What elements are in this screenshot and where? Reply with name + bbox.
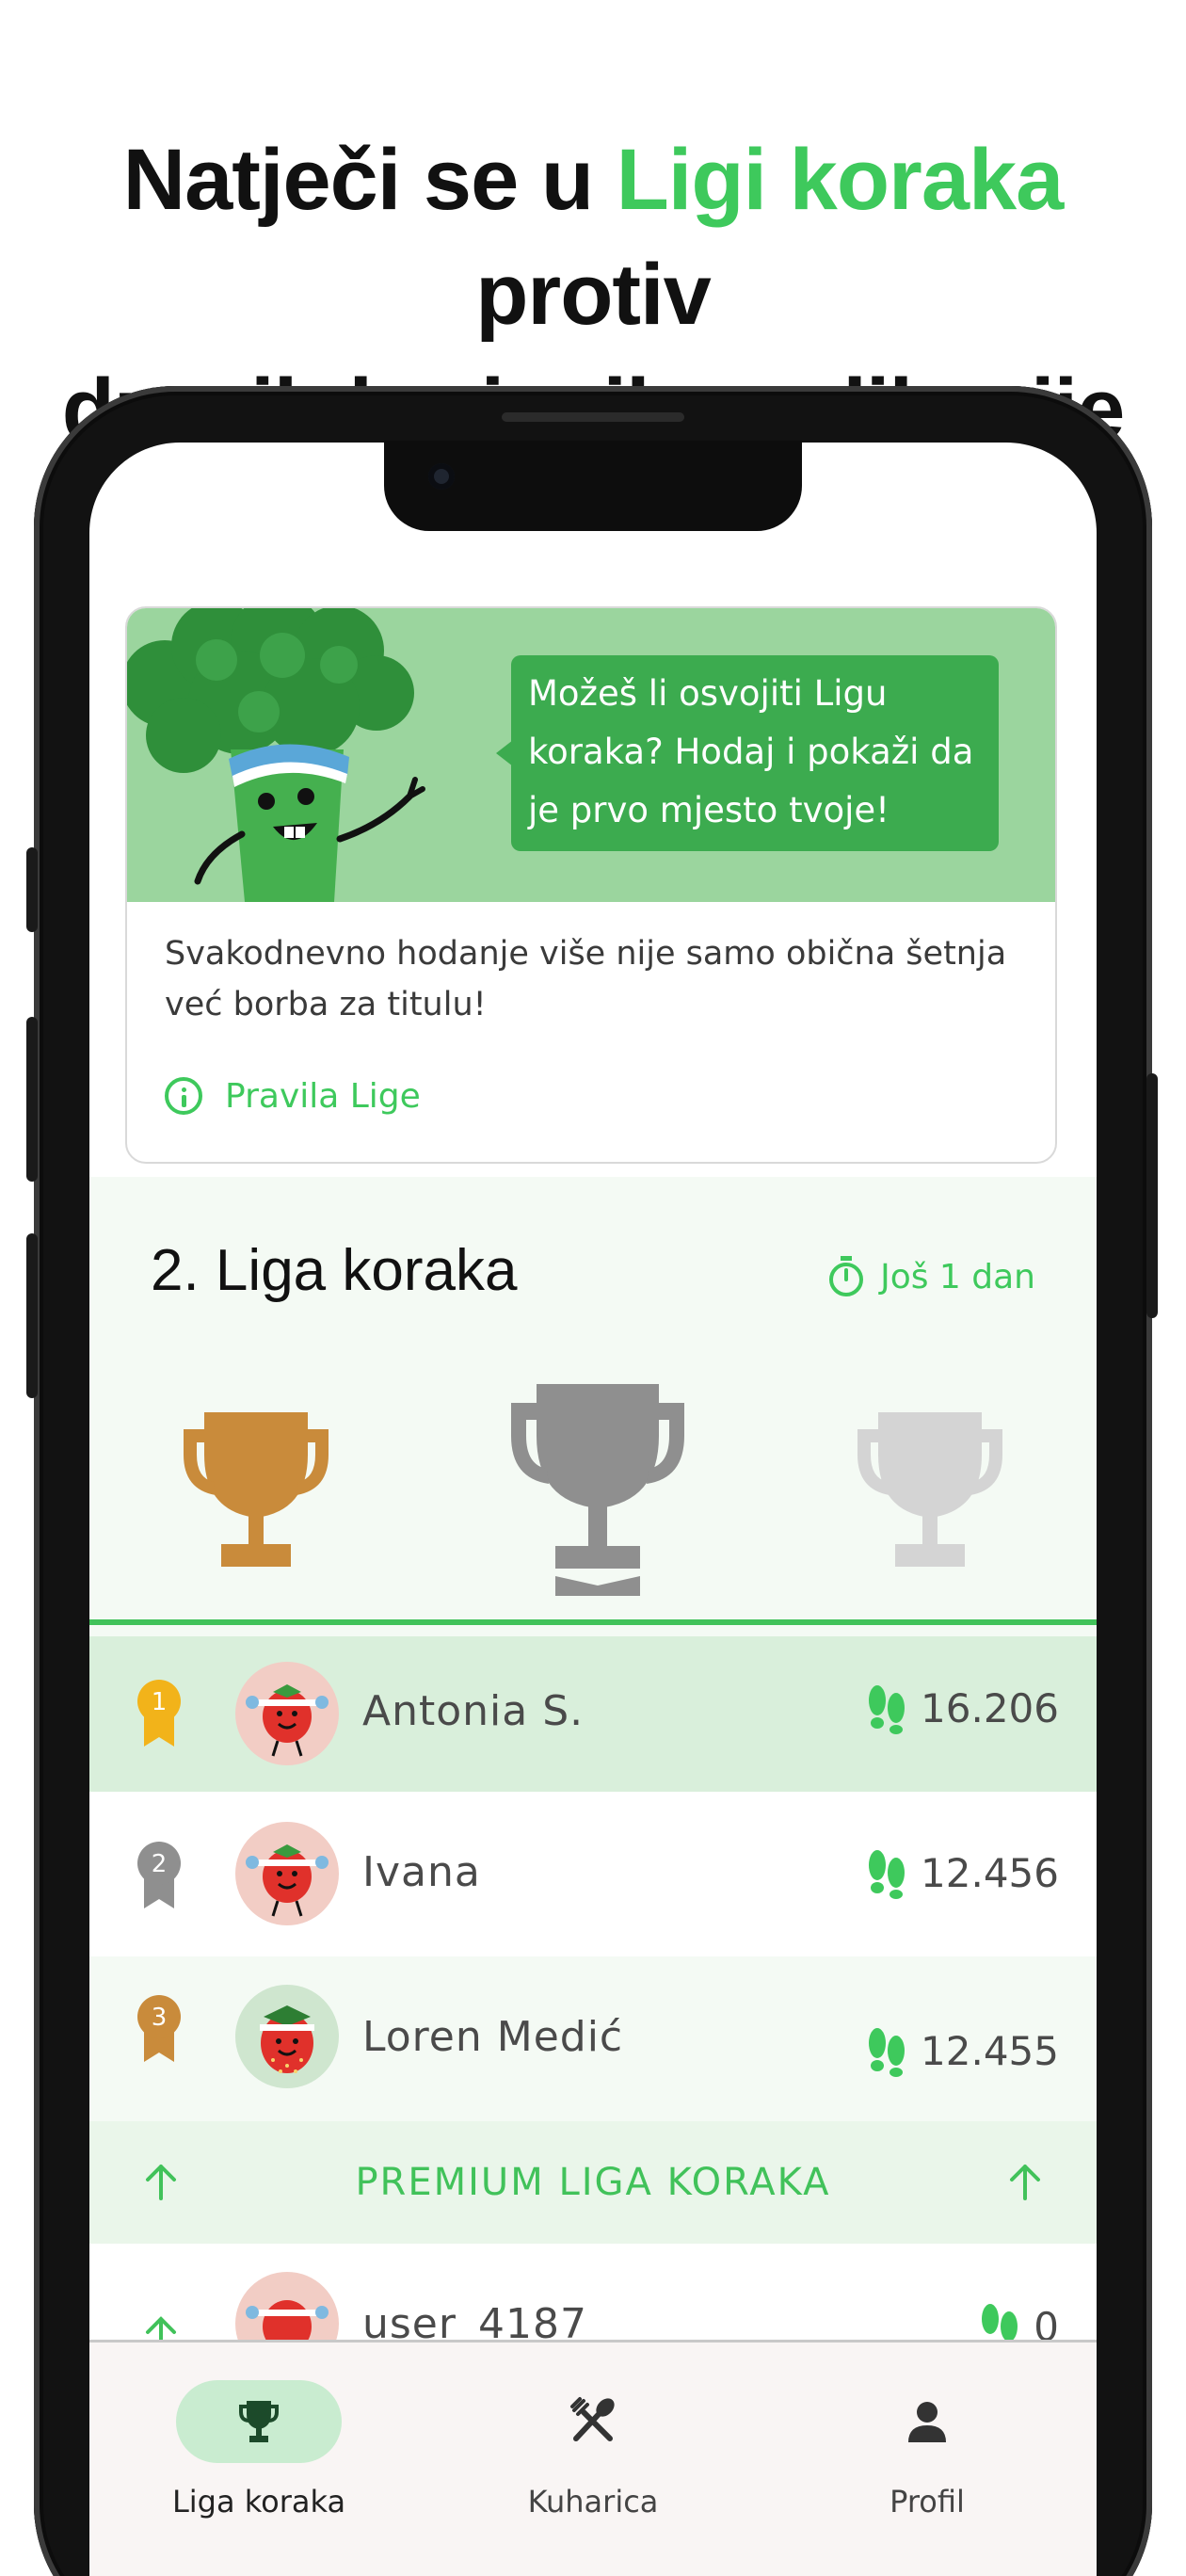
app-screen: Možeš li osvojiti Ligu koraka? Hodaj i p… (89, 443, 1097, 2576)
player-name: Ivana (362, 1848, 481, 1896)
trophy-icon (239, 2401, 279, 2442)
utensils-icon (570, 2397, 615, 2441)
promo-banner: Možeš li osvojiti Ligu koraka? Hodaj i p… (127, 608, 1055, 902)
bottom-navigation: Liga koraka Kuharica Profil (89, 2340, 1097, 2576)
leaderboard-row-2[interactable]: 2 Ivana 12.456 (89, 1792, 1097, 1956)
footsteps-icon (869, 1850, 906, 1899)
premium-league-label: PREMIUM LIGA KORAKA (355, 2161, 831, 2204)
bronze-trophy-icon[interactable] (176, 1412, 336, 1572)
nav-icon-wrap (844, 2380, 1010, 2463)
step-count-value: 12.456 (921, 1849, 1059, 1896)
strawberry-avatar-illustration (246, 1684, 329, 1757)
silver-trophy-icon[interactable] (504, 1384, 692, 1596)
bronze-rank-medal-icon: 3 (137, 1995, 181, 2062)
leaderboard-row-1[interactable]: 1 Antonia S. 16.206 (89, 1636, 1097, 1792)
phone-volume-down-button (26, 1233, 38, 1398)
time-remaining-label: Još 1 dan (880, 1257, 1035, 1296)
avatar (235, 1662, 339, 1765)
phone-power-button (1146, 1073, 1158, 1318)
gold-trophy-locked-icon[interactable] (850, 1412, 1010, 1572)
phone-volume-up-button (26, 1017, 38, 1182)
avatar (235, 1985, 339, 2088)
arrow-up-icon (146, 2165, 176, 2200)
phone-speaker (502, 412, 684, 422)
nav-tab-profil[interactable]: Profil (786, 2380, 1068, 2520)
leaderboard-row-3[interactable]: 3 Loren Medić 12.455 (89, 1956, 1097, 2121)
premium-league-banner[interactable]: PREMIUM LIGA KORAKA (89, 2121, 1097, 2244)
svg-text:1: 1 (152, 1688, 168, 1716)
speech-bubble: Možeš li osvojiti Ligu koraka? Hodaj i p… (511, 655, 999, 851)
step-count: 12.455 (866, 2024, 1059, 2077)
time-remaining: Još 1 dan (827, 1256, 1035, 1297)
step-count-value: 16.206 (921, 1684, 1059, 1731)
step-count: 16.206 (866, 1682, 1059, 1734)
broccoli-mascot-illustration (127, 608, 425, 902)
silver-rank-medal-icon: 2 (137, 1842, 181, 1908)
league-divider (89, 1619, 1097, 1625)
arrow-up-icon (1010, 2165, 1040, 2200)
headline-line-1: Natječi se u Ligi koraka protiv (122, 132, 1065, 343)
player-name: Antonia S. (362, 1687, 585, 1735)
nav-tab-liga-koraka[interactable]: Liga koraka (118, 2380, 400, 2520)
footsteps-icon (869, 2028, 906, 2077)
front-camera (428, 463, 455, 490)
league-section: 2. Liga koraka Još 1 dan (89, 1177, 1097, 1643)
step-count: 12.456 (866, 1846, 1059, 1899)
footsteps-icon (869, 1685, 906, 1734)
league-rules-label: Pravila Lige (225, 1076, 421, 1116)
phone-mute-button (26, 847, 38, 932)
nav-tab-label: Liga koraka (171, 2484, 346, 2520)
person-icon (908, 2402, 946, 2442)
stopwatch-icon (829, 1256, 864, 1296)
nav-tab-label: Profil (890, 2484, 965, 2520)
strawberry-avatar-illustration (246, 1844, 329, 1917)
nav-icon-wrap (510, 2380, 676, 2463)
nav-tab-label: Kuharica (527, 2484, 659, 2520)
step-count-value: 12.455 (921, 2027, 1059, 2074)
nav-active-indicator (176, 2380, 342, 2463)
strawberry-avatar-illustration (260, 2005, 314, 2073)
gold-rank-medal-icon: 1 (137, 1680, 181, 1747)
player-name: Loren Medić (362, 2013, 624, 2061)
league-title: 2. Liga koraka (151, 1238, 518, 1303)
svg-text:3: 3 (152, 2004, 168, 2032)
league-rules-link[interactable]: Pravila Lige (165, 1070, 421, 1122)
info-icon (165, 1077, 202, 1115)
svg-text:2: 2 (152, 1850, 168, 1878)
nav-tab-kuharica[interactable]: Kuharica (452, 2380, 734, 2520)
promo-description: Svakodnevno hodanje više nije samo običn… (165, 935, 1007, 1023)
avatar (235, 1822, 339, 1925)
promo-card: Možeš li osvojiti Ligu koraka? Hodaj i p… (125, 606, 1057, 1164)
